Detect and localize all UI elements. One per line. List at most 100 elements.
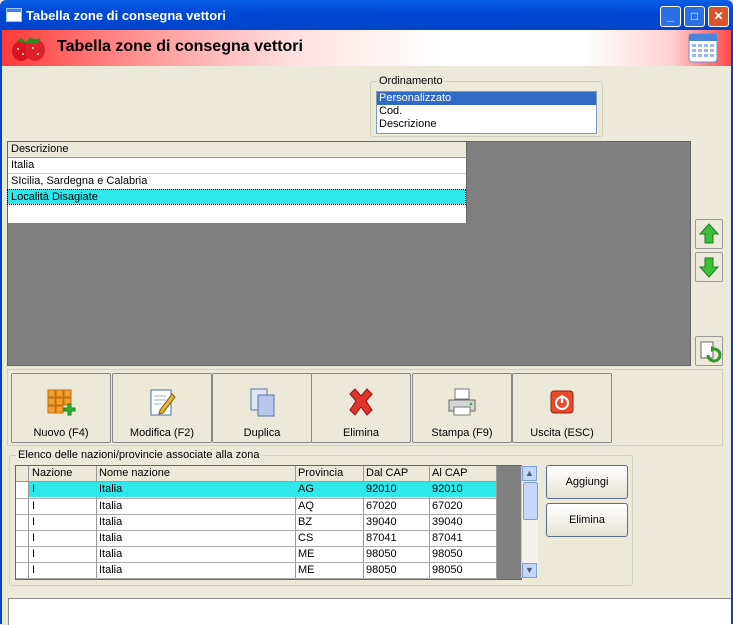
ordinamento-option[interactable]: Descrizione — [377, 118, 596, 131]
zone-name: Italia — [11, 159, 35, 171]
cell-dal-cap: 39040 — [366, 516, 397, 528]
table-row[interactable]: I Italia ME 98050 98050 — [16, 546, 497, 562]
cell-nome: Italia — [99, 500, 123, 512]
duplica-label: Duplica — [243, 427, 281, 439]
uscita-label: Uscita (ESC) — [530, 427, 594, 439]
arrow-up-icon — [698, 223, 720, 244]
elimina-toolbar-label: Elimina — [342, 427, 380, 439]
cell-al-cap: 39040 — [432, 516, 463, 528]
table-row[interactable]: I Italia ME 98050 98050 — [16, 562, 497, 579]
calendar-icon[interactable] — [688, 33, 718, 63]
ordinamento-list[interactable]: Personalizzato Cod. Descrizione — [376, 91, 597, 134]
cell-nazione: I — [32, 483, 36, 495]
cell-provincia: ME — [298, 564, 315, 576]
ordinamento-option[interactable]: Cod. — [377, 105, 596, 118]
ordinamento-option[interactable]: Personalizzato — [377, 92, 596, 105]
cell-nome: Italia — [99, 516, 123, 528]
nazioni-header: Nazione Nome nazione Provincia Dal CAP A… — [16, 466, 497, 482]
cell-nazione: I — [32, 532, 36, 544]
zones-table: Descrizione Italia SIcilia, Sardegna e C… — [7, 142, 467, 223]
cell-al-cap: 92010 — [432, 483, 463, 495]
cell-nazione: I — [32, 500, 36, 512]
cell-al-cap: 87041 — [432, 532, 463, 544]
cell-provincia: ME — [298, 548, 315, 560]
cell-al-cap: 98050 — [432, 564, 463, 576]
ordinamento-label: Ordinamento — [377, 75, 445, 87]
stampa-label: Stampa (F9) — [431, 427, 493, 439]
elimina-toolbar-button[interactable]: Elimina — [311, 373, 411, 443]
zones-header[interactable]: Descrizione — [8, 142, 466, 158]
cell-provincia: CS — [298, 532, 314, 544]
table-row[interactable]: I Italia AQ 67020 67020 — [16, 498, 497, 514]
power-exit-icon — [550, 390, 574, 414]
cell-nome: Italia — [99, 483, 123, 495]
column-provincia[interactable]: Provincia — [298, 467, 343, 479]
table-row[interactable]: I Italia BZ 39040 39040 — [16, 514, 497, 530]
cell-al-cap: 67020 — [432, 500, 463, 512]
zone-row[interactable]: SIcilia, Sardegna e Calabria — [8, 174, 466, 190]
nuovo-label: Nuovo (F4) — [33, 427, 89, 439]
duplica-button[interactable]: Duplica — [212, 373, 312, 443]
form-title: Tabella zone di consegna vettori — [57, 38, 303, 55]
table-row[interactable]: I Italia CS 87041 87041 — [16, 530, 497, 546]
column-nazione[interactable]: Nazione — [32, 467, 72, 479]
cell-dal-cap: 67020 — [366, 500, 397, 512]
column-dal-cap[interactable]: Dal CAP — [366, 467, 408, 479]
delete-x-icon — [349, 388, 373, 416]
nazioni-table: Nazione Nome nazione Provincia Dal CAP A… — [16, 466, 497, 579]
cell-dal-cap: 98050 — [366, 564, 397, 576]
cell-dal-cap: 87041 — [366, 532, 397, 544]
printer-icon — [448, 388, 476, 416]
refresh-button[interactable] — [695, 336, 723, 366]
modifica-button[interactable]: Modifica (F2) — [112, 373, 212, 443]
scroll-down-arrow-icon[interactable]: ▼ — [522, 563, 537, 578]
cell-nazione: I — [32, 564, 36, 576]
uscita-button[interactable]: Uscita (ESC) — [512, 373, 612, 443]
zones-grid[interactable]: Descrizione Italia SIcilia, Sardegna e C… — [7, 141, 691, 366]
cell-provincia: BZ — [298, 516, 313, 528]
refresh-icon — [700, 341, 722, 363]
cell-al-cap: 98050 — [432, 548, 463, 560]
modifica-label: Modifica (F2) — [129, 427, 195, 439]
column-al-cap[interactable]: Al CAP — [432, 467, 467, 479]
zone-name: SIcilia, Sardegna e Calabria — [11, 175, 148, 187]
ordinamento-group: Ordinamento Personalizzato Cod. Descrizi… — [370, 75, 603, 137]
window-title: Tabella zone di consegna vettori — [26, 8, 226, 23]
zone-name: Località Disagiate — [11, 191, 98, 203]
column-descrizione: Descrizione — [11, 143, 69, 155]
edit-icon — [150, 389, 176, 416]
status-bar — [8, 598, 733, 625]
strawberries-icon — [12, 37, 45, 61]
nazioni-grid[interactable]: Nazione Nome nazione Provincia Dal CAP A… — [15, 465, 522, 580]
cell-nome: Italia — [99, 548, 123, 560]
zone-row[interactable]: Italia — [8, 158, 466, 174]
scroll-thumb[interactable] — [523, 482, 538, 520]
zone-row-selected[interactable]: Località Disagiate — [7, 189, 466, 205]
nazioni-label: Elenco delle nazioni/provincie associate… — [16, 449, 262, 461]
table-row-selected[interactable]: I Italia AG 92010 92010 — [29, 482, 496, 497]
cell-dal-cap: 92010 — [366, 483, 397, 495]
elimina-nazione-button[interactable]: Elimina — [546, 503, 628, 537]
cell-nome: Italia — [99, 564, 123, 576]
cell-provincia: AQ — [298, 500, 314, 512]
aggiungi-button[interactable]: Aggiungi — [546, 465, 628, 499]
move-down-button[interactable] — [695, 252, 723, 282]
duplicate-icon — [250, 388, 275, 417]
arrow-down-icon — [698, 257, 720, 278]
close-button[interactable]: ✕ — [708, 6, 729, 27]
cell-dal-cap: 98050 — [366, 548, 397, 560]
move-up-button[interactable] — [695, 219, 723, 249]
cell-nazione: I — [32, 548, 36, 560]
nuovo-button[interactable]: Nuovo (F4) — [11, 373, 111, 443]
scroll-up-arrow-icon[interactable]: ▲ — [522, 466, 537, 481]
form-header: Tabella zone di consegna vettori — [2, 30, 731, 66]
title-bar: Tabella zone di consegna vettori _ □ ✕ — [0, 0, 733, 30]
cell-nome: Italia — [99, 532, 123, 544]
stampa-button[interactable]: Stampa (F9) — [412, 373, 512, 443]
maximize-button[interactable]: □ — [684, 6, 705, 27]
cell-provincia: AG — [298, 483, 314, 495]
column-nome-nazione[interactable]: Nome nazione — [99, 467, 170, 479]
new-grid-icon — [47, 389, 76, 416]
vertical-scrollbar[interactable]: ▲ ▼ — [521, 466, 538, 578]
minimize-button[interactable]: _ — [660, 6, 681, 27]
